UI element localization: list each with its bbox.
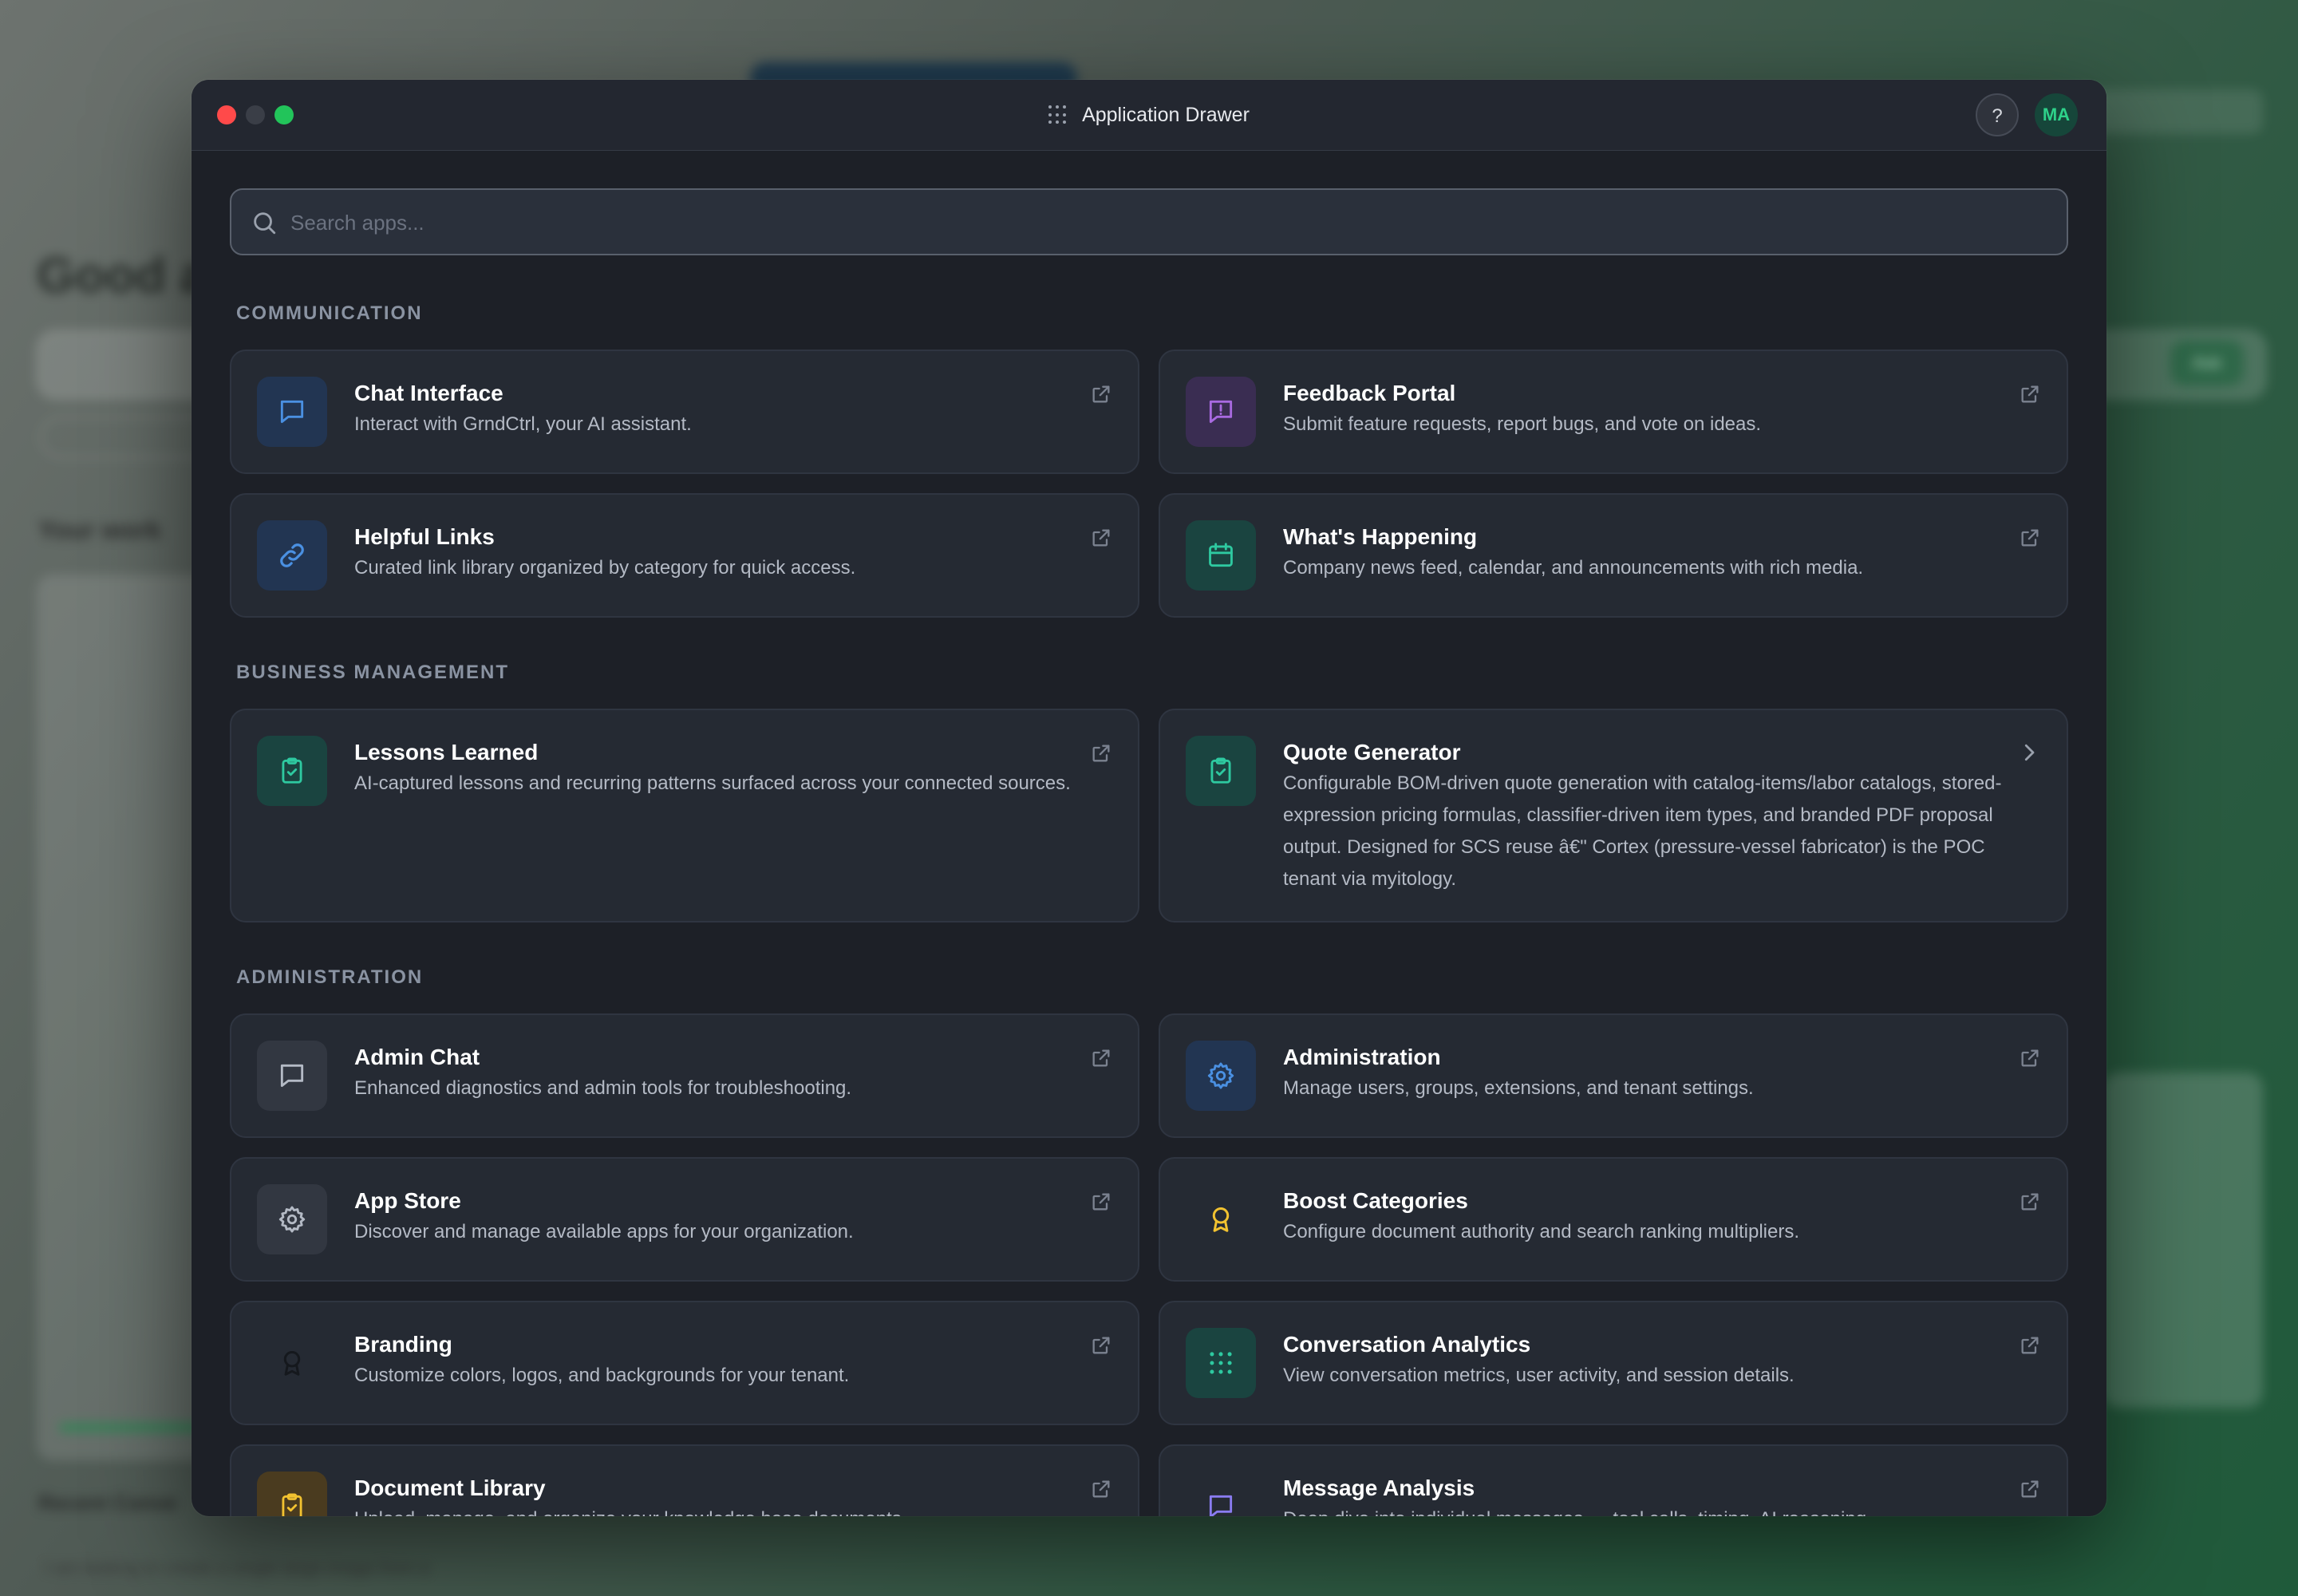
app-card-message-analysis[interactable]: Message Analysis Deep dive into individua…: [1159, 1444, 2068, 1516]
search-input[interactable]: [289, 190, 2047, 255]
window-titlebar[interactable]: Application Drawer ? MA: [192, 80, 2106, 151]
background-ask-button: Ask: [2170, 340, 2244, 386]
search-icon: [254, 212, 276, 235]
app-card-administration[interactable]: Administration Manage users, groups, exte…: [1159, 1013, 2068, 1138]
application-drawer-window: Application Drawer ? MA COMMUNICATION Cha…: [192, 80, 2106, 1516]
app-title: Feedback Portal: [1283, 381, 1456, 405]
external-link-icon[interactable]: [2019, 1334, 2041, 1357]
external-link-icon[interactable]: [1090, 527, 1112, 549]
app-card-feedback-portal[interactable]: Feedback Portal Submit feature requests, …: [1159, 350, 2068, 474]
search-box[interactable]: [230, 188, 2068, 255]
window-title: Application Drawer: [1082, 103, 1250, 126]
app-grid: Admin Chat Enhanced diagnostics and admin…: [230, 1013, 2068, 1516]
external-link-icon[interactable]: [1090, 1191, 1112, 1213]
app-description: Manage users, groups, extensions, and te…: [1283, 1077, 1754, 1099]
app-grid-icon: [1048, 105, 1068, 124]
app-sections: COMMUNICATION Chat Interface Interact with…: [230, 297, 2068, 1516]
section-title: BUSINESS MANAGEMENT: [236, 662, 510, 683]
external-link-icon[interactable]: [1090, 383, 1112, 405]
app-description: Submit feature requests, report bugs, an…: [1283, 413, 1762, 435]
chevron-right-icon[interactable]: [2017, 741, 2041, 764]
app-card-what-s-happening[interactable]: What's Happening Company news feed, calen…: [1159, 493, 2068, 618]
app-title: Conversation Analytics: [1283, 1332, 1531, 1357]
chat-bubble-icon: [257, 1041, 327, 1111]
app-grid: Chat Interface Interact with GrndCtrl, yo…: [230, 350, 2068, 618]
external-link-icon[interactable]: [1090, 1047, 1112, 1069]
award-icon: [1186, 1184, 1256, 1254]
background-recent-row: I am looking to create a single large im…: [45, 1558, 429, 1578]
app-title: App Store: [354, 1188, 461, 1213]
app-card-helpful-links[interactable]: Helpful Links Curated link library organi…: [230, 493, 1139, 618]
chat-bubble-icon: [257, 377, 327, 447]
background-card: [2103, 1073, 2263, 1408]
app-title: What's Happening: [1283, 524, 1478, 549]
app-title: Admin Chat: [354, 1045, 480, 1069]
app-title: Lessons Learned: [354, 740, 539, 764]
clipboard-check-icon: [257, 736, 327, 806]
app-title: Document Library: [354, 1476, 546, 1500]
section-administration: ADMINISTRATION Admin Chat Enhanced diagnos…: [230, 961, 2068, 1516]
section-business-management: BUSINESS MANAGEMENT Lessons Learned AI-cap…: [230, 656, 2068, 922]
chat-bubble-icon: [1186, 1472, 1256, 1516]
external-link-icon[interactable]: [2019, 1191, 2041, 1213]
user-avatar[interactable]: MA: [2035, 93, 2078, 136]
clipboard-check-icon: [1186, 736, 1256, 806]
app-card-admin-chat[interactable]: Admin Chat Enhanced diagnostics and admin…: [230, 1013, 1139, 1138]
app-grid: Lessons Learned AI-captured lessons and r…: [230, 709, 2068, 922]
feedback-icon: [1186, 377, 1256, 447]
link-icon: [257, 520, 327, 591]
app-card-boost-categories[interactable]: Boost Categories Configure document autho…: [1159, 1157, 2068, 1282]
clipboard-check-icon: [257, 1472, 327, 1516]
background-greeting: Good a: [37, 248, 207, 303]
section-title: ADMINISTRATION: [236, 966, 424, 988]
app-description: Enhanced diagnostics and admin tools for…: [354, 1077, 852, 1099]
app-title: Message Analysis: [1283, 1476, 1475, 1500]
app-title: Chat Interface: [354, 381, 503, 405]
app-card-conversation-analytics[interactable]: Conversation Analytics View conversation …: [1159, 1301, 2068, 1425]
app-card-app-store[interactable]: App Store Discover and manage available a…: [230, 1157, 1139, 1282]
external-link-icon[interactable]: [2019, 527, 2041, 549]
drawer-content: COMMUNICATION Chat Interface Interact with…: [230, 188, 2068, 1516]
app-title: Administration: [1283, 1045, 1441, 1069]
background-right-pill: [2091, 89, 2263, 134]
app-card-chat-interface[interactable]: Chat Interface Interact with GrndCtrl, yo…: [230, 350, 1139, 474]
app-description: Configurable BOM-driven quote generation…: [1283, 772, 2002, 890]
app-description: Company news feed, calendar, and announc…: [1283, 557, 1864, 579]
background-your-work-heading: Your work: [38, 516, 162, 544]
section-communication: COMMUNICATION Chat Interface Interact with…: [230, 297, 2068, 618]
background-recent-heading: Recent Conve: [38, 1491, 177, 1515]
external-link-icon[interactable]: [2019, 383, 2041, 405]
app-description: Discover and manage available apps for y…: [354, 1221, 854, 1242]
app-description: Curated link library organized by catego…: [354, 557, 856, 579]
section-title: COMMUNICATION: [236, 302, 423, 324]
window-title-group: Application Drawer: [192, 80, 2106, 150]
app-card-quote-generator[interactable]: Quote Generator Configurable BOM-driven q…: [1159, 709, 2068, 922]
gear-icon: [1186, 1041, 1256, 1111]
help-button[interactable]: ?: [1976, 93, 2019, 136]
app-card-lessons-learned[interactable]: Lessons Learned AI-captured lessons and r…: [230, 709, 1139, 922]
dots-grid-icon: [1186, 1328, 1256, 1398]
external-link-icon[interactable]: [2019, 1478, 2041, 1500]
calendar-icon: [1186, 520, 1256, 591]
app-title: Boost Categories: [1283, 1188, 1468, 1213]
app-description: Configure document authority and search …: [1283, 1221, 1800, 1242]
app-description: AI-captured lessons and recurring patter…: [354, 772, 1071, 794]
app-title: Branding: [354, 1332, 452, 1357]
external-link-icon[interactable]: [1090, 1478, 1112, 1500]
external-link-icon[interactable]: [1090, 742, 1112, 764]
app-description: Deep dive into individual messages — too…: [1283, 1503, 2003, 1516]
award-icon: [257, 1328, 327, 1398]
external-link-icon[interactable]: [2019, 1047, 2041, 1069]
app-description: Interact with GrndCtrl, your AI assistan…: [354, 413, 692, 435]
external-link-icon[interactable]: [1090, 1334, 1112, 1357]
app-description: Customize colors, logos, and backgrounds…: [354, 1365, 850, 1386]
app-title: Helpful Links: [354, 524, 495, 549]
app-description: Upload, manage, and organize your knowle…: [354, 1503, 1074, 1516]
gear-icon: [257, 1184, 327, 1254]
app-card-document-library[interactable]: Document Library Upload, manage, and orga…: [230, 1444, 1139, 1516]
app-card-branding[interactable]: Branding Customize colors, logos, and bac…: [230, 1301, 1139, 1425]
app-description: View conversation metrics, user activity…: [1283, 1365, 1795, 1386]
app-title: Quote Generator: [1283, 740, 1461, 764]
